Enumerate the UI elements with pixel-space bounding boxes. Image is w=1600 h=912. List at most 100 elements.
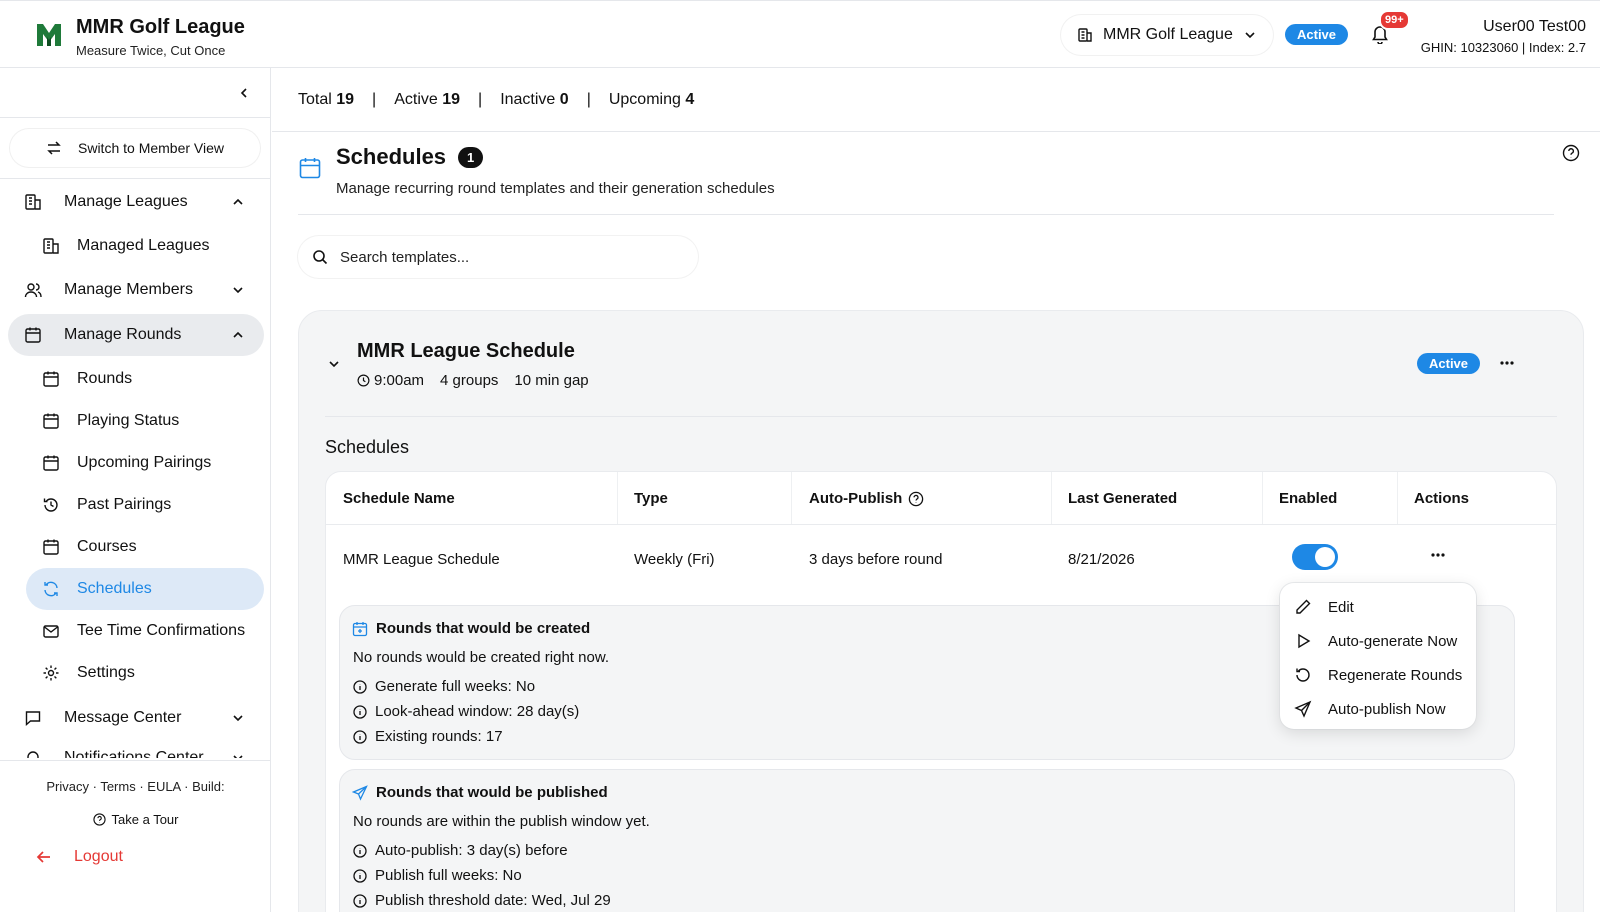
toggle-knob bbox=[1315, 547, 1335, 567]
divider bbox=[0, 760, 271, 761]
main-content: Total 19 | Active 19 | Inactive 0 | Upco… bbox=[272, 68, 1600, 912]
panel-info-item: Publish full weeks: No bbox=[353, 867, 522, 884]
more-horizontal-icon[interactable] bbox=[1430, 552, 1446, 558]
stat-total: Total 19 bbox=[298, 91, 354, 109]
menu-item-label: Edit bbox=[1328, 598, 1354, 616]
stat-label: Upcoming bbox=[608, 90, 681, 108]
enabled-toggle[interactable] bbox=[1292, 544, 1338, 570]
panel-info-text: Existing rounds: 17 bbox=[375, 728, 503, 745]
sidebar-item-label: Courses bbox=[77, 538, 137, 555]
sidebar-item-label: Settings bbox=[77, 664, 135, 681]
schedule-name-cell: MMR League Schedule bbox=[343, 551, 500, 568]
calendar-icon bbox=[24, 326, 42, 344]
switch-to-member-view-button[interactable]: Switch to Member View bbox=[10, 129, 260, 167]
play-icon bbox=[1294, 632, 1312, 650]
help-circle-icon[interactable] bbox=[1562, 144, 1580, 162]
panel-info-text: Generate full weeks: No bbox=[375, 678, 536, 695]
brand-title: MMR Golf League bbox=[76, 16, 245, 38]
logout-label: Logout bbox=[74, 848, 123, 865]
template-title[interactable]: MMR League Schedule bbox=[357, 340, 575, 363]
collapse-sidebar-icon[interactable] bbox=[237, 86, 251, 100]
sidebar-item-managed-leagues[interactable]: Managed Leagues bbox=[0, 225, 271, 267]
column-header: Enabled bbox=[1279, 490, 1338, 507]
search-box[interactable] bbox=[298, 236, 698, 278]
template-status-badge: Active bbox=[1417, 353, 1481, 374]
divider bbox=[0, 178, 271, 179]
brand-logo-icon[interactable] bbox=[36, 23, 61, 47]
column-header-auto-publish: Auto-Publish bbox=[809, 490, 924, 507]
sidebar-item-label: Message Center bbox=[64, 709, 182, 726]
user-name[interactable]: User00 Test00 bbox=[1483, 18, 1586, 36]
sidebar-item-label: Notifications Center bbox=[64, 749, 204, 758]
stat-upcoming: Upcoming 4 bbox=[609, 91, 694, 109]
rotate-ccw-icon bbox=[1294, 666, 1312, 684]
info-icon bbox=[353, 893, 367, 908]
sidebar-item-playing-status[interactable]: Playing Status bbox=[0, 400, 271, 442]
sidebar-scroll-clip: Notifications Center bbox=[0, 739, 271, 758]
chevron-down-icon[interactable] bbox=[327, 357, 341, 371]
chevron-up-icon bbox=[231, 195, 245, 209]
switch-view-label: Switch to Member View bbox=[78, 140, 225, 156]
logout-button[interactable]: Logout bbox=[36, 848, 123, 866]
page-title: Schedules 1 bbox=[336, 144, 484, 170]
stat-label: Active bbox=[394, 90, 438, 108]
schedules-heading: Schedules bbox=[325, 437, 410, 457]
sidebar-item-settings[interactable]: Settings bbox=[0, 652, 271, 694]
footer-links[interactable]: Privacy · Terms · EULA · Build: bbox=[0, 779, 271, 794]
arrow-left-icon bbox=[36, 849, 52, 865]
sidebar-item-notifications-center[interactable]: Notifications Center bbox=[0, 739, 271, 758]
menu-item-regenerate-rounds[interactable]: Regenerate Rounds bbox=[1294, 663, 1462, 687]
take-a-tour-link[interactable]: Take a Tour bbox=[0, 812, 271, 827]
template-groups: 4 groups bbox=[440, 372, 499, 389]
sidebar-item-label: Rounds bbox=[77, 370, 133, 387]
stats-bar: Total 19 | Active 19 | Inactive 0 | Upco… bbox=[272, 68, 1600, 132]
menu-item-auto-publish-now[interactable]: Auto-publish Now bbox=[1294, 697, 1446, 721]
chevron-down-icon bbox=[231, 711, 245, 725]
menu-item-edit[interactable]: Edit bbox=[1294, 595, 1354, 619]
sidebar-item-tee-time-confirmations[interactable]: Tee Time Confirmations bbox=[0, 610, 271, 652]
stat-divider: | bbox=[478, 90, 483, 108]
rounds-published-header: Rounds that would be published bbox=[352, 784, 608, 801]
panel-info-item: Auto-publish: 3 day(s) before bbox=[353, 842, 568, 859]
info-icon bbox=[353, 843, 367, 858]
sidebar-item-label: Playing Status bbox=[77, 412, 180, 429]
divider bbox=[298, 214, 1554, 215]
send-icon bbox=[1294, 700, 1312, 718]
league-selector[interactable]: MMR Golf League bbox=[1061, 15, 1273, 55]
menu-item-label: Regenerate Rounds bbox=[1328, 666, 1463, 684]
sidebar-item-manage-members[interactable]: Manage Members bbox=[0, 269, 271, 311]
search-icon bbox=[312, 249, 328, 265]
pencil-icon bbox=[1294, 598, 1312, 616]
panel-info-text: Publish full weeks: No bbox=[375, 867, 522, 884]
help-circle-icon bbox=[92, 813, 106, 826]
menu-item-auto-generate-now[interactable]: Auto-generate Now bbox=[1294, 629, 1457, 653]
column-divider bbox=[791, 472, 792, 524]
calendar-icon bbox=[298, 156, 322, 180]
column-divider bbox=[1397, 472, 1398, 524]
sidebar-item-courses[interactable]: Courses bbox=[0, 526, 271, 568]
panel-info-item: Look-ahead window: 28 day(s) bbox=[353, 703, 579, 720]
clock-icon bbox=[357, 374, 370, 387]
chevron-down-icon bbox=[1243, 28, 1257, 42]
info-icon bbox=[353, 729, 367, 744]
sidebar-item-schedules[interactable]: Schedules bbox=[26, 568, 264, 610]
template-meta: 9:00am 4 groups 10 min gap bbox=[357, 372, 589, 389]
panel-info-text: Auto-publish: 3 day(s) before bbox=[375, 842, 568, 859]
sidebar-item-manage-rounds[interactable]: Manage Rounds bbox=[8, 314, 264, 356]
calendar-icon bbox=[42, 370, 60, 388]
sidebar-item-past-pairings[interactable]: Past Pairings bbox=[0, 484, 271, 526]
sidebar-item-upcoming-pairings[interactable]: Upcoming Pairings bbox=[0, 442, 271, 484]
more-horizontal-icon[interactable] bbox=[1499, 360, 1515, 366]
panel-message: No rounds would be created right now. bbox=[353, 649, 609, 666]
calendar-icon bbox=[42, 454, 60, 472]
page-title-text: Schedules bbox=[336, 144, 447, 169]
search-input[interactable] bbox=[340, 248, 680, 266]
sidebar-item-rounds[interactable]: Rounds bbox=[0, 358, 271, 400]
swap-arrows-icon bbox=[46, 140, 62, 156]
stat-inactive: Inactive 0 bbox=[500, 91, 569, 109]
stat-value: 4 bbox=[685, 90, 695, 108]
mail-icon bbox=[42, 622, 60, 640]
help-circle-icon[interactable] bbox=[908, 491, 924, 507]
sidebar-item-manage-leagues[interactable]: Manage Leagues bbox=[0, 181, 271, 223]
sidebar-item-message-center[interactable]: Message Center bbox=[0, 697, 271, 739]
